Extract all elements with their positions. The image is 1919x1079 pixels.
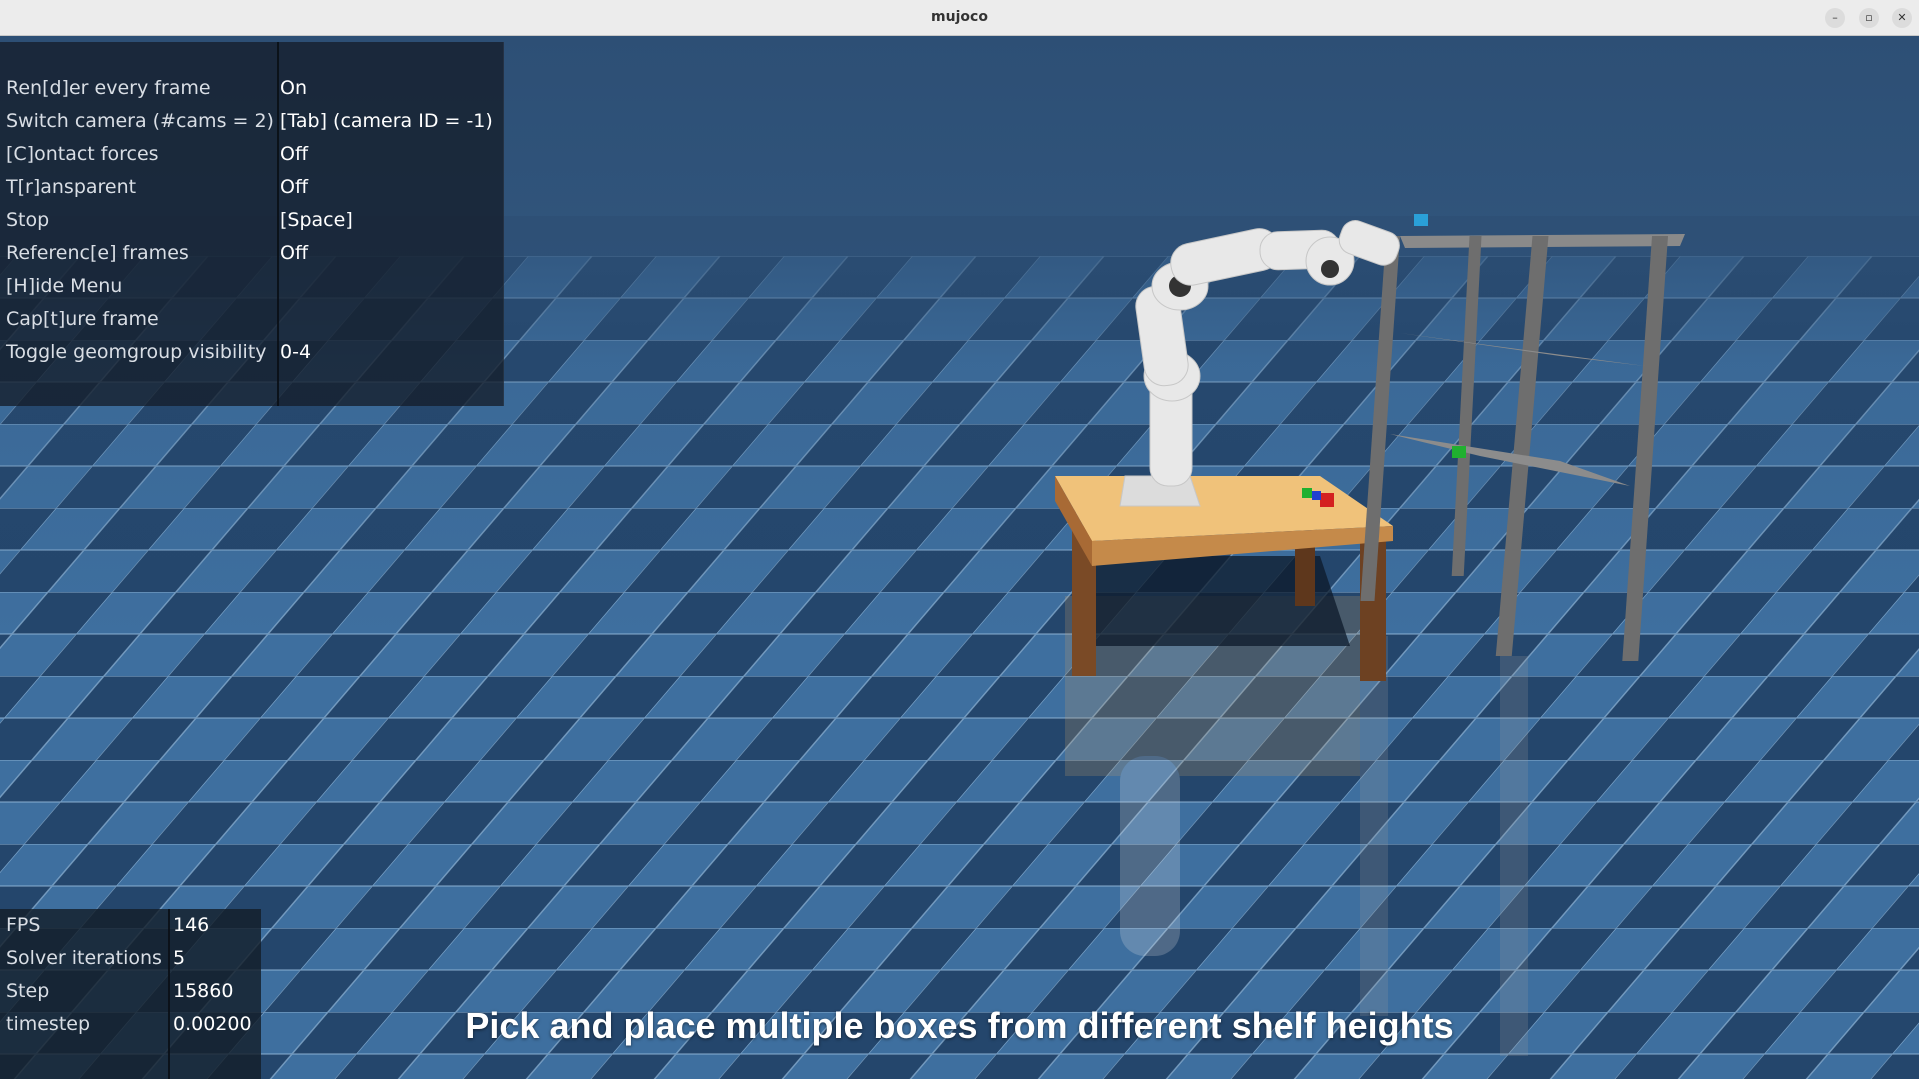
menu-item-contact-forces[interactable]: [C]ontact forces Off (0, 138, 503, 171)
stats-key: Step (6, 980, 50, 1002)
menu-item-render[interactable]: Ren[d]er every frame On (0, 72, 503, 105)
stats-value: 146 (173, 914, 210, 936)
menu-item-capture-frame[interactable]: Cap[t]ure frame (0, 303, 503, 336)
menu-item-geomgroup[interactable]: Toggle geomgroup visibility 0-4 (0, 336, 503, 369)
menu-item-value: On (280, 77, 307, 99)
menu-item-value: Off (280, 242, 309, 264)
maximize-button[interactable]: ▫ (1859, 8, 1879, 28)
task-caption: Pick and place multiple boxes from diffe… (465, 1005, 1454, 1046)
menu-item-value: [Tab] (camera ID = -1) (280, 110, 493, 132)
menu-item-value: Off (280, 176, 309, 198)
stats-value: 5 (173, 947, 186, 969)
stats-value: 15860 (173, 980, 234, 1002)
menu-item-hide-menu[interactable]: [H]ide Menu (0, 270, 503, 303)
window-title: mujoco (931, 9, 988, 25)
menu-item-key: Cap[t]ure frame (6, 308, 159, 330)
menu-panel: Ren[d]er every frame On Switch camera (#… (0, 42, 504, 406)
stats-key: Solver iterations (6, 947, 162, 969)
menu-item-value: Off (280, 143, 309, 165)
menu-item-value: [Space] (280, 209, 353, 231)
menu-item-key: Toggle geomgroup visibility (6, 341, 267, 363)
green-box-shelf (1452, 446, 1466, 458)
menu-item-key: [H]ide Menu (6, 275, 123, 297)
menu-item-key: Stop (6, 209, 50, 231)
minimize-button[interactable]: – (1825, 8, 1845, 28)
menu-item-switch-camera[interactable]: Switch camera (#cams = 2) [Tab] (camera … (0, 105, 503, 138)
menu-item-key: Switch camera (#cams = 2) (6, 110, 274, 132)
close-button[interactable]: ✕ (1892, 8, 1912, 28)
green-box-table (1302, 488, 1312, 498)
stats-panel: FPS 146 Solver iterations 5 Step 15860 t… (0, 909, 261, 1079)
stats-key: FPS (6, 914, 41, 936)
stats-row-step: Step 15860 (0, 975, 261, 1008)
menu-item-key: Referenc[e] frames (6, 242, 189, 264)
menu-item-stop[interactable]: Stop [Space] (0, 204, 503, 237)
menu-item-reference-frames[interactable]: Referenc[e] frames Off (0, 237, 503, 270)
cyan-box-gripper (1414, 214, 1428, 226)
menu-item-key: T[r]ansparent (6, 176, 137, 198)
blue-box (1312, 491, 1321, 500)
red-box (1320, 493, 1334, 507)
menu-item-value: 0-4 (280, 341, 312, 363)
title-bar: mujoco – ▫ ✕ (0, 0, 1919, 36)
menu-item-key: [C]ontact forces (6, 143, 159, 165)
stats-row-solver-iterations: Solver iterations 5 (0, 942, 261, 975)
menu-item-transparent[interactable]: T[r]ansparent Off (0, 171, 503, 204)
menu-item-key: Ren[d]er every frame (6, 77, 211, 99)
stats-row-fps: FPS 146 (0, 909, 261, 942)
